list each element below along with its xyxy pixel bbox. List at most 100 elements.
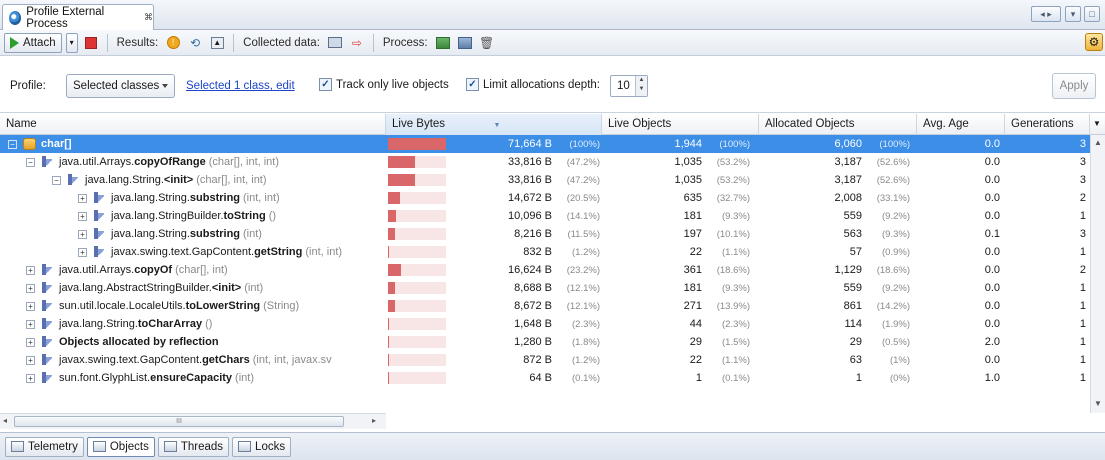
tree-toggle-icon[interactable]: − xyxy=(8,139,17,149)
snapshot-icon[interactable]: ! xyxy=(164,34,182,52)
scroll-down-icon[interactable]: ▼ xyxy=(1094,399,1102,408)
profile-process-tab[interactable]: Profile External Process ⌘ xyxy=(2,4,154,30)
allocated-objects-cell: 6,060 (100%) xyxy=(762,135,910,153)
table-row[interactable]: + java.lang.String. substring (int) 8,216 B (… xyxy=(0,225,1090,243)
gc-icon[interactable]: ▲ xyxy=(208,34,226,52)
avg-age-cell: 1.0 xyxy=(984,372,1000,384)
tree-toggle-icon[interactable]: + xyxy=(26,355,35,365)
horizontal-scrollbar[interactable]: ◂ III ▸ xyxy=(0,413,386,429)
method-icon xyxy=(93,210,105,222)
tree-toggle-icon[interactable]: + xyxy=(26,319,35,329)
scroll-left-icon[interactable]: ◂ xyxy=(3,416,7,425)
tab-locks[interactable]: Locks xyxy=(232,436,292,457)
tab-threads[interactable]: Threads xyxy=(157,436,230,457)
tab-close-icon[interactable]: ⌘ xyxy=(144,12,153,23)
stop-icon[interactable] xyxy=(82,34,100,52)
tab-list-icon[interactable]: ▾ xyxy=(1065,6,1081,22)
tree-toggle-icon[interactable]: + xyxy=(26,373,35,383)
live-bytes-bar xyxy=(388,318,446,330)
table-row[interactable]: − char[] 71,664 B (100%) 1,944 (100%) 6,060 (10… xyxy=(0,135,1090,153)
table-row[interactable]: + Objects allocated by reflection 1,280 B (… xyxy=(0,333,1090,351)
column-chooser-icon[interactable]: ▼ xyxy=(1090,114,1105,135)
tab-objects[interactable]: Objects xyxy=(86,436,155,457)
method-icon xyxy=(41,156,53,168)
tree-toggle-icon[interactable]: − xyxy=(52,175,61,185)
table-row[interactable]: + sun.font.GlyphList. ensureCapacity (int) 6… xyxy=(0,369,1090,387)
scroll-right-icon[interactable]: ▸ xyxy=(372,416,376,425)
live-bytes-value: 8,672 B xyxy=(514,300,552,312)
column-name[interactable]: Name xyxy=(0,114,386,135)
depth-spinner[interactable]: 10 ▲ ▼ xyxy=(610,75,648,97)
spinner-arrows-icon[interactable]: ▲ ▼ xyxy=(635,76,647,96)
table-row[interactable]: + java.lang.String. substring (int, int) 14,… xyxy=(0,189,1090,207)
tree-toggle-icon[interactable]: + xyxy=(26,301,35,311)
tree-toggle-icon[interactable]: − xyxy=(26,157,35,167)
dump-icon[interactable] xyxy=(326,34,344,52)
scroll-thumb[interactable]: III xyxy=(14,416,344,427)
table-row[interactable]: + sun.util.locale.LocaleUtils. toLowerStri… xyxy=(0,297,1090,315)
method-icon xyxy=(41,372,53,384)
reset-results-icon[interactable]: ⟲ xyxy=(186,34,204,52)
column-live-objects[interactable]: Live Objects xyxy=(602,114,759,135)
column-allocated-objects[interactable]: Allocated Objects xyxy=(759,114,917,135)
trash-icon[interactable]: 🗑 xyxy=(478,34,496,52)
tree-toggle-icon[interactable]: + xyxy=(26,337,35,347)
allocated-objects-cell: 3,187 (52.6%) xyxy=(762,171,910,189)
export-icon[interactable]: ⇨ xyxy=(348,34,366,52)
tree-toggle-icon[interactable]: + xyxy=(78,193,87,203)
row-name: − char[] xyxy=(0,135,383,153)
live-bytes-bar xyxy=(388,228,446,240)
tree-toggle-icon[interactable]: + xyxy=(26,283,35,293)
vertical-scrollbar[interactable]: ▲ ▼ xyxy=(1090,135,1105,413)
allocated-objects-percent: (52.6%) xyxy=(876,175,910,186)
column-live-bytes[interactable]: Live Bytes ▼ xyxy=(386,114,602,135)
view-tabs: Telemetry Objects Threads Locks xyxy=(0,432,1105,460)
table-row[interactable]: + javax.swing.text.GapContent. getString (i… xyxy=(0,243,1090,261)
allocated-objects-value: 2,008 xyxy=(834,192,862,204)
tree-toggle-icon[interactable]: + xyxy=(78,211,87,221)
heap-dump-icon[interactable] xyxy=(456,34,474,52)
table-row[interactable]: + java.lang.String. toCharArray() 1,648 B (2… xyxy=(0,315,1090,333)
attach-dropdown-button[interactable]: ▾ xyxy=(65,32,78,53)
live-bytes-percent: (1.8%) xyxy=(572,337,600,348)
row-package: java.util.Arrays. xyxy=(59,156,135,168)
maximize-icon[interactable]: □ xyxy=(1084,6,1100,22)
selected-classes-link[interactable]: Selected 1 class, edit xyxy=(186,80,295,92)
tab-telemetry[interactable]: Telemetry xyxy=(5,436,84,457)
table-row[interactable]: + javax.swing.text.GapContent. getChars (in… xyxy=(0,351,1090,369)
scroll-up-icon[interactable]: ▲ xyxy=(1094,138,1102,147)
attach-button[interactable]: Attach xyxy=(4,32,62,53)
allocated-objects-cell: 861 (14.2%) xyxy=(762,297,910,315)
generations-cell: 3 xyxy=(1079,156,1086,168)
chevron-down-icon xyxy=(162,84,168,88)
allocated-objects-value: 563 xyxy=(843,228,862,240)
thread-dump-icon[interactable] xyxy=(434,34,452,52)
live-bytes-cell: 8,216 B (11.5%) xyxy=(450,225,600,243)
table-row[interactable]: − java.lang.String. <init> (char[], int, in… xyxy=(0,171,1090,189)
column-avg-age[interactable]: Avg. Age xyxy=(917,114,1005,135)
process-label: Process: xyxy=(382,36,428,49)
tab-scroll-arrows-icon[interactable]: ◂ ▸ xyxy=(1031,6,1061,22)
tree-toggle-icon[interactable]: + xyxy=(78,229,87,239)
row-name: + javax.swing.text.GapContent. getString (i… xyxy=(0,243,383,261)
row-signature: (String) xyxy=(263,300,300,312)
apply-button[interactable]: Apply xyxy=(1052,73,1096,99)
limit-depth-checkbox[interactable]: ✓ Limit allocations depth: xyxy=(466,78,600,91)
settings-gear-icon[interactable]: ⚙ xyxy=(1085,33,1103,51)
profile-mode-select[interactable]: Selected classes xyxy=(66,74,175,98)
live-bytes-bar-fill xyxy=(388,372,389,384)
table-row[interactable]: − java.util.Arrays. copyOfRange (char[], in… xyxy=(0,153,1090,171)
column-generations[interactable]: Generations xyxy=(1005,114,1090,135)
live-bytes-bar-fill xyxy=(388,156,415,168)
table-row[interactable]: + java.lang.StringBuilder. toString() 10,09… xyxy=(0,207,1090,225)
tree-toggle-icon[interactable]: + xyxy=(26,265,35,275)
track-live-objects-checkbox[interactable]: ✓ Track only live objects xyxy=(319,78,449,91)
live-objects-percent: (53.2%) xyxy=(716,157,750,168)
table-row[interactable]: + java.util.Arrays. copyOf (char[], int) 16,… xyxy=(0,261,1090,279)
limit-depth-label: Limit allocations depth: xyxy=(483,78,600,91)
table-row[interactable]: + java.lang.AbstractStringBuilder. <init>(… xyxy=(0,279,1090,297)
attach-label: Attach xyxy=(23,36,56,49)
allocated-objects-value: 3,187 xyxy=(834,156,862,168)
tree-toggle-icon[interactable]: + xyxy=(78,247,87,257)
live-objects-cell: 44 (2.3%) xyxy=(604,315,750,333)
